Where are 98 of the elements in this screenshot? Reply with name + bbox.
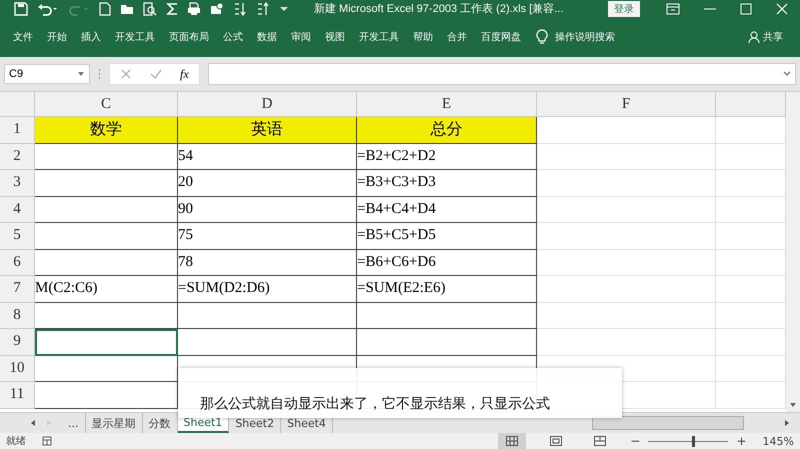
table-cell[interactable]: M(C2:C6) [35,276,178,302]
status-text: 就绪 [6,434,26,448]
sort-ascending-icon[interactable] [233,2,247,16]
formula-input[interactable] [208,63,796,85]
lightbulb-icon [536,29,548,45]
tell-me-search[interactable]: 操作说明搜索 [548,30,622,44]
column-header[interactable]: C [35,92,178,117]
ribbon-tab[interactable]: 帮助 [406,30,440,44]
table-cell[interactable]: =B2+C2+D2 [357,144,537,170]
save-icon[interactable] [14,2,28,16]
undo-icon[interactable] [37,2,59,16]
new-document-icon[interactable] [99,2,111,16]
ribbon-tab[interactable]: 数据 [250,30,284,44]
table-cell[interactable] [35,250,178,276]
ribbon-tab[interactable]: 公式 [216,30,250,44]
column-header[interactable]: E [357,92,537,117]
selected-cell[interactable] [35,329,178,356]
insert-function-button[interactable]: fx [180,66,189,82]
row-header[interactable]: 1 [0,117,35,144]
zoom-level[interactable]: 145% [762,434,794,448]
login-button[interactable]: 登录 [608,0,640,16]
caption-toast: 那么公式就自动显示出来了，它不显示结果，只显示公式 [178,368,622,418]
ribbon-tab[interactable]: 页面布局 [162,30,216,44]
ribbon-tab[interactable]: 插入 [74,30,108,44]
ribbon-tab[interactable]: 文件 [6,30,40,44]
minimize-icon[interactable] [704,8,716,10]
printer-icon[interactable] [187,2,201,16]
table-cell[interactable]: =B5+C5+D5 [357,223,537,250]
table-cell[interactable] [35,356,178,382]
print-preview-icon[interactable] [143,2,157,16]
table-cell[interactable]: =B3+C3+D3 [357,170,537,196]
table-cell[interactable] [178,329,357,356]
row-header[interactable]: 8 [0,302,35,329]
row-header[interactable]: 5 [0,223,35,250]
row-header[interactable]: 6 [0,250,35,276]
table-cell[interactable] [35,144,178,170]
grid-icon [506,436,518,446]
table-cell[interactable]: 78 [178,250,357,276]
ribbon-tab[interactable]: 开发工具 [352,30,406,44]
maximize-icon[interactable] [740,2,752,14]
ribbon-tab[interactable]: 开始 [40,30,74,44]
row-header[interactable]: 7 [0,276,35,302]
window-title: 新建 Microsoft Excel 97-2003 工作表 (2).xls [兼容... [314,2,564,16]
ribbon-tab[interactable]: 开发工具 [108,30,162,44]
horizontal-scrollbar[interactable] [592,416,744,430]
check-icon[interactable] [150,68,162,80]
normal-view-button[interactable] [498,433,526,449]
row-header[interactable]: 11 [0,382,35,408]
row-header[interactable]: 9 [0,329,35,356]
person-icon [748,30,760,44]
row-header[interactable]: 2 [0,144,35,170]
table-cell[interactable]: 英语 [178,117,357,144]
column-header[interactable]: D [178,92,357,117]
name-box[interactable]: C9 [4,64,90,84]
table-cell[interactable] [35,170,178,196]
page-break-icon [594,436,606,446]
row-header[interactable]: 10 [0,356,35,382]
table-cell[interactable] [357,302,537,329]
table-cell[interactable] [35,196,178,223]
table-cell[interactable]: 90 [178,196,357,223]
zoom-in-button[interactable]: + [736,434,747,448]
table-cell[interactable]: =B6+C6+D6 [357,250,537,276]
table-cell[interactable]: 数学 [35,117,178,144]
macro-icon[interactable] [42,436,52,446]
table-cell[interactable]: =SUM(D2:D6) [178,276,357,302]
expand-icon[interactable] [783,71,791,77]
table-cell[interactable]: 总分 [357,117,537,144]
column-header[interactable]: F [537,92,716,117]
ribbon-tab[interactable]: 合并 [440,30,474,44]
table-cell[interactable]: 20 [178,170,357,196]
table-cell[interactable] [357,329,537,356]
row-header[interactable]: 4 [0,196,35,223]
dropdown-icon[interactable] [279,4,289,12]
share-button[interactable]: 共享 [741,30,790,44]
vertical-scrollbar[interactable] [786,92,800,412]
zoom-out-button[interactable]: − [630,434,640,448]
folder-icon[interactable] [120,2,134,14]
drag-handle-icon[interactable] [98,67,101,81]
table-cell[interactable]: =B4+C4+D4 [357,196,537,223]
close-icon[interactable] [776,2,788,14]
scroll-right-icon[interactable] [784,419,790,427]
sum-icon[interactable] [166,2,178,16]
dropdown-icon [77,71,85,77]
table-cell[interactable] [35,223,178,250]
scroll-down-icon[interactable] [789,402,797,408]
ribbon-tab[interactable]: 审阅 [284,30,318,44]
table-cell[interactable] [178,302,357,329]
sort-descending-icon[interactable] [256,2,270,16]
ribbon-tab[interactable]: 视图 [318,30,352,44]
ribbon-tab[interactable]: 百度网盘 [474,30,528,44]
table-cell[interactable]: =SUM(E2:E6) [357,276,537,302]
row-header[interactable]: 3 [0,170,35,196]
page-icon [550,436,562,446]
table-cell[interactable] [35,302,178,329]
scroll-left-icon[interactable] [30,419,36,427]
table-cell[interactable]: 75 [178,223,357,250]
table-cell[interactable]: 54 [178,144,357,170]
ribbon-display-icon[interactable] [666,2,680,14]
